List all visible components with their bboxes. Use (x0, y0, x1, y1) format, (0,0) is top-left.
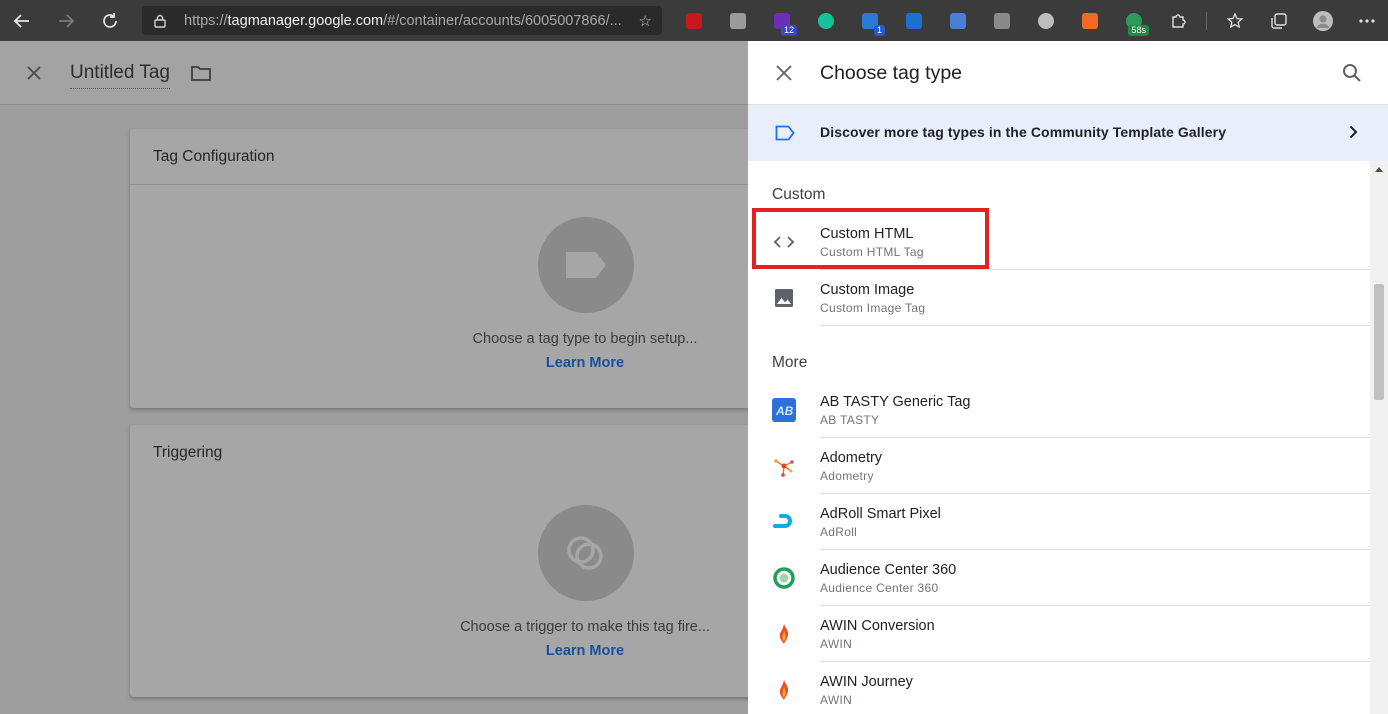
tag-type-awin-conversion[interactable]: AWIN Conversion AWIN (748, 606, 1370, 662)
panel-scrollbar[interactable] (1370, 161, 1388, 714)
more-menu-button[interactable] (1345, 0, 1388, 41)
extension-red-pen[interactable] (672, 0, 716, 41)
triggering-title: Triggering (153, 444, 223, 461)
search-icon[interactable] (1342, 63, 1362, 83)
extension-green-timer[interactable]: 58s (1112, 0, 1156, 41)
tag-type-audience-center-360[interactable]: Audience Center 360 Audience Center 360 (748, 550, 1370, 606)
tag-configuration-card[interactable]: Tag Configuration Choose a tag type to b… (130, 129, 770, 408)
tag-type-list: Custom Custom HTML Custom HTML Tag Custo… (748, 161, 1370, 714)
back-button[interactable] (0, 0, 44, 41)
arrow-left-icon (13, 13, 29, 28)
item-title: AdRoll Smart Pixel (820, 506, 941, 522)
refresh-icon (103, 12, 117, 28)
arrow-right-icon (59, 13, 75, 28)
image-icon (772, 286, 796, 310)
address-bar[interactable]: https://tagmanager.google.com/#/containe… (142, 6, 662, 35)
section-label-custom: Custom (772, 186, 826, 203)
item-subtitle: Custom Image Tag (820, 301, 926, 315)
scroll-up-arrow-icon[interactable] (1375, 167, 1383, 172)
extensions-row: 12 1 58s (672, 0, 1388, 41)
tag-type-ab-tasty[interactable]: AB AB TASTY Generic Tag AB TASTY (748, 382, 1370, 438)
community-template-gallery-banner[interactable]: Discover more tag types in the Community… (748, 105, 1388, 161)
profile-button[interactable] (1301, 0, 1345, 41)
extension-grey-copy[interactable] (980, 0, 1024, 41)
tag-type-adometry[interactable]: Adometry Adometry (748, 438, 1370, 494)
extension-blue-id[interactable] (892, 0, 936, 41)
chevron-right-icon (1349, 125, 1358, 139)
favorites-button[interactable] (1213, 0, 1257, 41)
item-title: Adometry (820, 450, 883, 466)
favorites-star-icon (1226, 11, 1244, 28)
close-icon[interactable] (775, 64, 793, 82)
item-subtitle: AdRoll (820, 525, 858, 539)
trigger-placeholder-icon (538, 505, 634, 601)
extension-orange-chart[interactable] (1068, 0, 1112, 41)
extensions-puzzle-button[interactable] (1156, 0, 1200, 41)
awin-icon (772, 678, 796, 702)
item-subtitle: Audience Center 360 (820, 581, 939, 595)
adroll-icon (772, 510, 796, 534)
highlight-annotation-box (752, 208, 989, 269)
extension-calendar[interactable] (936, 0, 980, 41)
folder-icon[interactable] (191, 65, 211, 81)
more-dots-icon (1359, 18, 1375, 23)
item-subtitle: Adometry (820, 469, 874, 483)
item-title: AWIN Journey (820, 674, 913, 690)
tag-configuration-title: Tag Configuration (130, 129, 770, 185)
ab-tasty-icon: AB (772, 398, 796, 422)
collections-button[interactable] (1257, 0, 1301, 41)
triggering-card[interactable]: Triggering Choose a trigger to make this… (130, 425, 770, 697)
tag-type-custom-image[interactable]: Custom Image Custom Image Tag (748, 270, 1370, 326)
section-label-more: More (772, 354, 808, 371)
awin-icon (772, 622, 796, 646)
tag-placeholder-icon (538, 217, 634, 313)
lock-icon (154, 14, 166, 28)
tag-outline-icon (775, 125, 795, 141)
add-favorite-icon[interactable]: ☆ (639, 12, 652, 30)
tag-editor-header: Untitled Tag (0, 41, 748, 105)
item-title: AWIN Conversion (820, 618, 935, 634)
puzzle-icon (1172, 13, 1186, 28)
choose-tag-type-panel: Choose tag type Discover more tag types … (748, 41, 1388, 714)
item-title: Audience Center 360 (820, 562, 957, 578)
scroll-thumb[interactable] (1374, 284, 1384, 400)
browser-toolbar: https://tagmanager.google.com/#/containe… (0, 0, 1388, 41)
tag-editor-page: Untitled Tag Tag Configuration Choose a … (0, 41, 770, 714)
item-title: Custom Image (820, 282, 915, 298)
tag-type-awin-journey[interactable]: AWIN Journey AWIN (748, 662, 1370, 714)
audience-center-icon (772, 566, 796, 590)
divider (820, 325, 1370, 326)
url-text: https://tagmanager.google.com/#/containe… (184, 12, 622, 29)
refresh-button[interactable] (88, 0, 132, 41)
svg-text:AB: AB (775, 404, 794, 418)
item-subtitle: AWIN (820, 693, 853, 707)
gallery-text: Discover more tag types in the Community… (820, 124, 1227, 140)
panel-header: Choose tag type (748, 41, 1388, 105)
tag-type-adroll[interactable]: AdRoll Smart Pixel AdRoll (748, 494, 1370, 550)
close-icon[interactable] (24, 63, 44, 83)
extension-grammarly[interactable] (804, 0, 848, 41)
extension-grey-k[interactable] (716, 0, 760, 41)
adometry-icon (772, 454, 796, 478)
forward-button[interactable] (44, 0, 88, 41)
collections-icon (1271, 12, 1287, 29)
item-subtitle: AB TASTY (820, 413, 880, 427)
avatar-icon (1313, 10, 1333, 31)
extension-purple[interactable]: 12 (760, 0, 804, 41)
extension-blue-code[interactable]: 1 (848, 0, 892, 41)
toolbar-separator (1206, 11, 1207, 30)
item-subtitle: AWIN (820, 637, 853, 651)
panel-title: Choose tag type (820, 62, 963, 84)
tag-name-field[interactable]: Untitled Tag (70, 62, 170, 89)
extension-grey-circle[interactable] (1024, 0, 1068, 41)
item-title: AB TASTY Generic Tag (820, 394, 971, 410)
